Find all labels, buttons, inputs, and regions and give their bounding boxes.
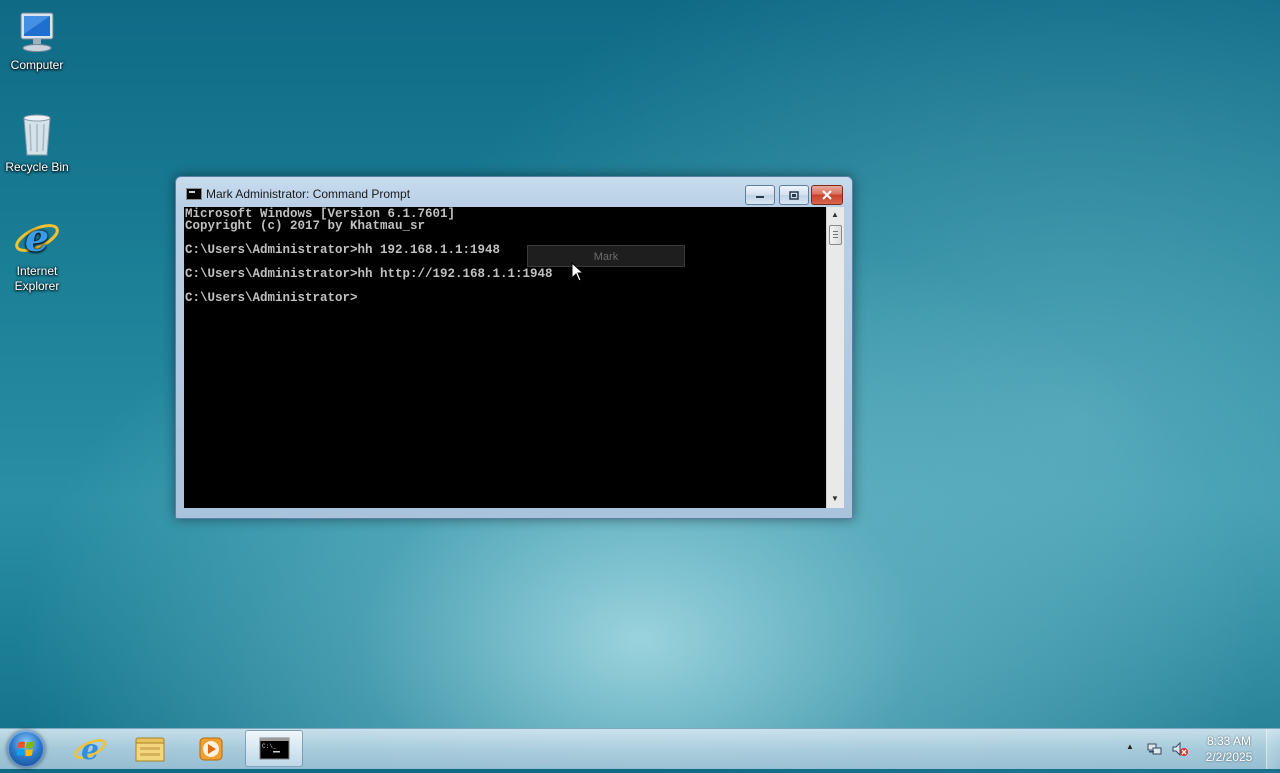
clock-date: 2/2/2025 xyxy=(1205,750,1253,764)
desktop-icon-label: Recycle Bin xyxy=(5,160,69,174)
show-desktop-button[interactable] xyxy=(1266,729,1280,769)
scroll-up-icon[interactable]: ▲ xyxy=(831,211,839,219)
mouse-pointer-icon xyxy=(571,261,585,287)
console-output-area[interactable]: Microsoft Windows [Version 6.1.7601] Cop… xyxy=(184,207,826,508)
taskbar-clock[interactable]: 8:33 AM 2/2/2025 xyxy=(1196,733,1262,765)
desktop-icon-label: Computer xyxy=(10,58,64,72)
show-hidden-icons-icon[interactable]: ▲ xyxy=(1126,742,1134,751)
taskbar-windows-explorer[interactable] xyxy=(121,730,179,767)
window-title: Mark Administrator: Command Prompt xyxy=(206,187,411,201)
close-icon xyxy=(822,190,832,200)
network-icon[interactable] xyxy=(1147,741,1163,757)
recycle-bin-icon xyxy=(13,110,61,158)
minimize-button[interactable] xyxy=(745,185,775,205)
vertical-scrollbar[interactable]: ▲ ▼ xyxy=(826,207,844,508)
start-button[interactable] xyxy=(7,730,45,768)
clock-time: 8:33 AM xyxy=(1206,734,1252,748)
volume-muted-icon[interactable] xyxy=(1171,741,1189,757)
taskbar-media-player[interactable] xyxy=(182,730,240,767)
computer-icon xyxy=(13,8,61,56)
desktop-icon-label: Internet Explorer xyxy=(14,264,60,293)
taskbar-command-prompt[interactable]: C:\_ xyxy=(245,730,303,767)
svg-text:e: e xyxy=(25,215,49,260)
internet-explorer-icon: e xyxy=(74,733,106,766)
minimize-icon xyxy=(756,196,764,198)
svg-text:C:\_: C:\_ xyxy=(262,743,277,750)
scroll-down-icon[interactable]: ▼ xyxy=(831,495,839,503)
desktop-icon-recycle-bin[interactable]: Recycle Bin xyxy=(0,110,74,175)
system-tray: ▲ xyxy=(1120,729,1200,769)
window-titlebar[interactable]: Mark Administrator: Command Prompt xyxy=(176,177,852,207)
desktop-icon-internet-explorer[interactable]: e Internet Explorer xyxy=(0,214,74,294)
desktop-icon-computer[interactable]: Computer xyxy=(0,8,74,73)
internet-explorer-icon: e xyxy=(13,214,61,262)
mark-tooltip: Mark xyxy=(527,245,685,267)
taskbar: e C:\_ ▲ 8:33 AM 2/2/2025 xyxy=(0,728,1280,769)
svg-text:e: e xyxy=(81,733,99,766)
cmd-icon xyxy=(186,188,202,200)
taskbar-internet-explorer[interactable]: e xyxy=(61,730,119,767)
media-player-icon xyxy=(199,737,223,761)
folder-icon xyxy=(135,737,165,762)
scroll-thumb[interactable] xyxy=(829,225,842,245)
console-text: Microsoft Windows [Version 6.1.7601] Cop… xyxy=(185,207,553,305)
windows-logo-icon xyxy=(16,741,34,757)
cmd-icon: C:\_ xyxy=(259,737,290,760)
command-prompt-window[interactable]: Mark Administrator: Command Prompt Micro… xyxy=(175,176,853,519)
close-button[interactable] xyxy=(811,185,843,205)
maximize-icon xyxy=(789,190,799,200)
maximize-button[interactable] xyxy=(779,185,809,205)
